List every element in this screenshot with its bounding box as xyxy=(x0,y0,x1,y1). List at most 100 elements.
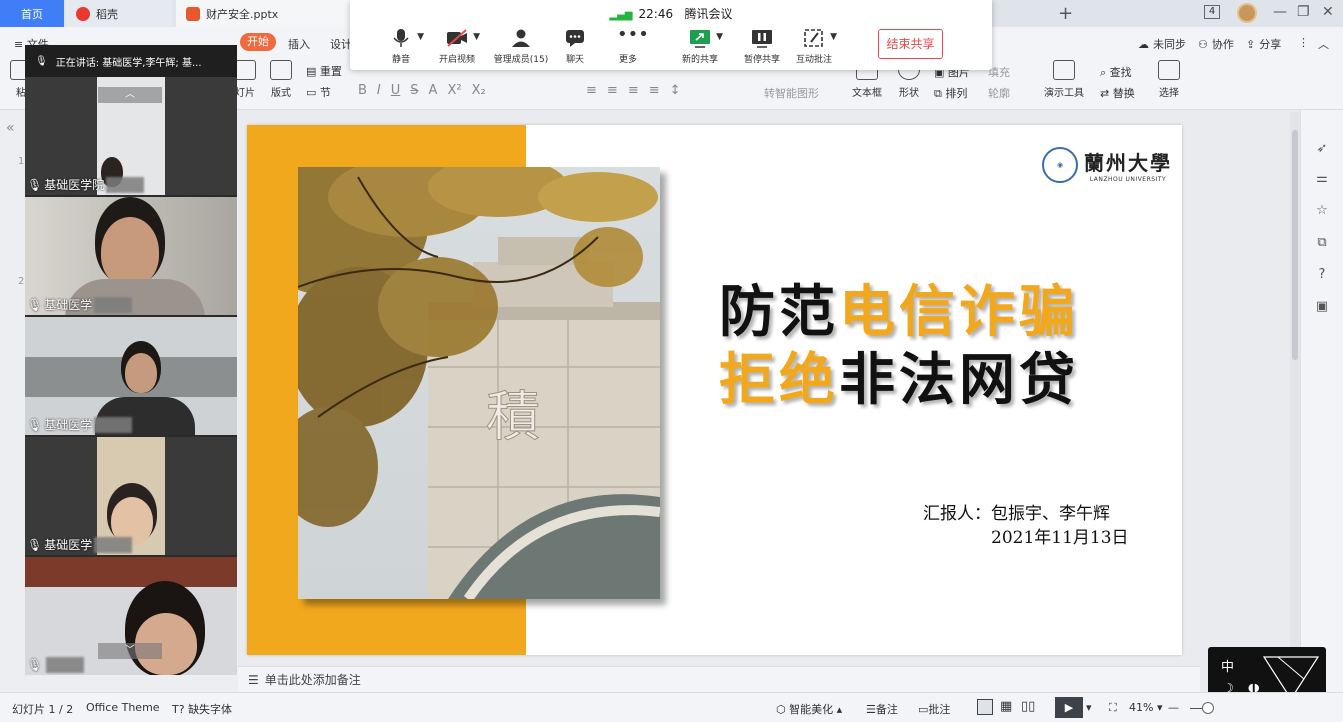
logo-chinese-name: 蘭州大學 xyxy=(1084,151,1172,175)
star-icon[interactable]: ☆ xyxy=(1315,204,1329,218)
line-spacing-icon[interactable]: ↕ xyxy=(670,83,681,98)
ime-language[interactable]: 中 xyxy=(1221,656,1234,675)
grid-view-icon[interactable]: ▦ xyxy=(1000,699,1012,714)
align-right-icon[interactable]: ≡ xyxy=(628,83,639,98)
scrollbar-thumb[interactable] xyxy=(1292,130,1298,360)
zoom-level[interactable]: 41% ▾ xyxy=(1129,701,1162,714)
missing-font-button[interactable]: T? 缺失字体 xyxy=(172,701,232,717)
blurred-name xyxy=(94,536,133,553)
sync-status[interactable]: ☁ 未同步 xyxy=(1138,36,1186,52)
layout-button[interactable]: 版式 xyxy=(270,60,292,99)
tab-count-badge[interactable]: 4 xyxy=(1204,5,1220,19)
vertical-scrollbar[interactable] xyxy=(1290,112,1300,652)
present-tool-button[interactable]: 演示工具 xyxy=(1044,60,1084,99)
new-share-button[interactable]: ▼ 新的共享 xyxy=(665,28,735,65)
new-share-label: 新的共享 xyxy=(681,55,718,65)
new-slide-label: 灯片 xyxy=(235,88,255,99)
notes-bar[interactable]: ☰ 单击此处添加备注 xyxy=(238,666,1200,692)
underline-icon[interactable]: U xyxy=(391,83,401,98)
close-icon[interactable]: ✕ xyxy=(1322,4,1334,20)
tab-daoke-label: 稻壳 xyxy=(96,7,118,21)
more-icon[interactable]: ⋮ xyxy=(1298,36,1309,49)
person-face xyxy=(125,353,157,393)
help-icon[interactable]: ? xyxy=(1315,268,1329,282)
normal-view-icon[interactable] xyxy=(977,699,993,715)
share-button[interactable]: ⇪ 分享 xyxy=(1246,36,1281,52)
video-tile[interactable]: ︿ 🎙 基础医学院 xyxy=(25,77,237,195)
zoom-slider-knob[interactable] xyxy=(1202,702,1214,714)
fit-window-icon[interactable]: ⛶ xyxy=(1109,701,1117,715)
theme-name[interactable]: Office Theme xyxy=(86,701,160,714)
minimize-icon[interactable]: — xyxy=(1273,4,1287,20)
bold-icon[interactable]: B xyxy=(358,83,367,98)
scroll-up-icon[interactable]: ︿ xyxy=(98,87,162,103)
settings-sliders-icon[interactable]: ⚌ xyxy=(1315,172,1329,186)
start-video-label: 开启视频 xyxy=(438,55,475,65)
microphone-icon: 🎙 xyxy=(27,537,43,552)
scroll-down-icon[interactable]: ﹀ xyxy=(98,643,162,659)
video-tile[interactable]: 🎙 基础医学 xyxy=(25,197,237,315)
participant-name-label: 基础医学 xyxy=(44,538,93,552)
italic-icon[interactable]: I xyxy=(377,83,381,98)
slide[interactable]: 積 ◉ 蘭州大學 LANZHOU UNIVERSITY 防范电信诈骗 拒绝非法网… xyxy=(247,125,1182,655)
collapse-panel-icon[interactable]: « xyxy=(6,120,15,136)
font-color-icon[interactable]: A xyxy=(429,83,438,98)
comments-button[interactable]: ▭批注 xyxy=(918,701,950,717)
play-slideshow-button[interactable]: ▶ xyxy=(1055,697,1083,718)
chevron-down-icon[interactable]: ▼ xyxy=(473,32,480,42)
participant-name: 🎙 基础医学院 xyxy=(27,176,145,193)
play-options-chevron-icon[interactable]: ▾ xyxy=(1086,701,1092,714)
new-tab-button[interactable]: + xyxy=(1058,3,1073,24)
subscript-icon[interactable]: X₂ xyxy=(472,83,486,98)
end-share-button[interactable]: 结束共享 xyxy=(878,29,943,59)
video-tile[interactable]: 🎙 基础医学 xyxy=(25,317,237,435)
more-button[interactable]: ••• 更多 xyxy=(593,24,663,66)
image-settings-icon[interactable]: ▣ xyxy=(1315,300,1329,314)
rocket-icon[interactable]: ➶ xyxy=(1315,142,1329,156)
video-tile[interactable]: ﹀ 🎙 xyxy=(25,557,237,675)
reset-label: 重置 xyxy=(319,65,342,78)
tab-home[interactable]: 首页 xyxy=(0,0,64,27)
annotate-button[interactable]: ▼ 互动批注 xyxy=(779,28,849,65)
thumb-number-1: 1 xyxy=(18,156,25,167)
menu-design[interactable]: 设计 xyxy=(330,36,352,52)
start-video-button[interactable]: ▼ 开启视频 xyxy=(422,28,492,65)
notes-toggle-button[interactable]: ☰备注 xyxy=(866,701,898,717)
reading-view-icon[interactable]: ▯▯ xyxy=(1021,699,1035,714)
layout-label: 版式 xyxy=(271,88,291,99)
section-button[interactable]: ▭ 节 xyxy=(306,84,331,100)
align-center-icon[interactable]: ≡ xyxy=(607,83,618,98)
tab-document[interactable]: 财产安全.pptx xyxy=(176,0,352,27)
align-left-icon[interactable]: ≡ xyxy=(586,83,597,98)
smart-beautify-button[interactable]: ⬡ 智能美化 ▴ xyxy=(776,701,842,717)
superscript-icon[interactable]: X² xyxy=(447,83,461,98)
tab-daoke[interactable]: 稻壳 xyxy=(66,0,172,27)
chevron-down-icon[interactable]: ▼ xyxy=(716,32,723,42)
restore-icon[interactable]: ❐ xyxy=(1297,4,1310,20)
justify-icon[interactable]: ≡ xyxy=(649,83,660,98)
video-tile[interactable]: 🎙 基础医学 xyxy=(25,437,237,555)
more-dots-icon: ••• xyxy=(617,24,649,45)
zoom-out-icon[interactable]: — xyxy=(1168,701,1179,714)
user-avatar[interactable] xyxy=(1237,3,1257,23)
copy-icon[interactable]: ⧉ xyxy=(1315,236,1329,250)
menu-start[interactable]: 开始 xyxy=(240,33,276,51)
daoke-icon xyxy=(76,6,90,21)
chevron-down-icon[interactable]: ▼ xyxy=(830,32,837,42)
find-button[interactable]: ⌕ 查找 xyxy=(1100,64,1132,80)
new-slide-button[interactable]: 灯片 xyxy=(234,60,256,99)
select-button[interactable]: 选择 xyxy=(1158,60,1180,99)
collapse-ribbon-icon[interactable]: ︿ xyxy=(1318,36,1329,52)
menu-insert[interactable]: 插入 xyxy=(288,36,310,52)
arrange-button[interactable]: ⧉ 排列 xyxy=(934,85,967,101)
tab-document-label: 财产安全.pptx xyxy=(206,7,279,21)
replace-button[interactable]: ⇄ 替换 xyxy=(1100,85,1135,101)
collab-button[interactable]: ⚇ 协作 xyxy=(1198,36,1234,52)
reset-button[interactable]: ▤ 重置 xyxy=(306,63,342,79)
outline-button[interactable]: 轮廓 xyxy=(988,85,1010,101)
strikethrough-icon[interactable]: S xyxy=(410,83,418,98)
pause-icon xyxy=(751,28,773,48)
title-line-2: 拒绝非法网贷 xyxy=(719,335,1079,416)
thumb-number-2: 2 xyxy=(18,276,25,287)
convert-smartart-button[interactable]: 转智能图形 xyxy=(764,85,819,101)
